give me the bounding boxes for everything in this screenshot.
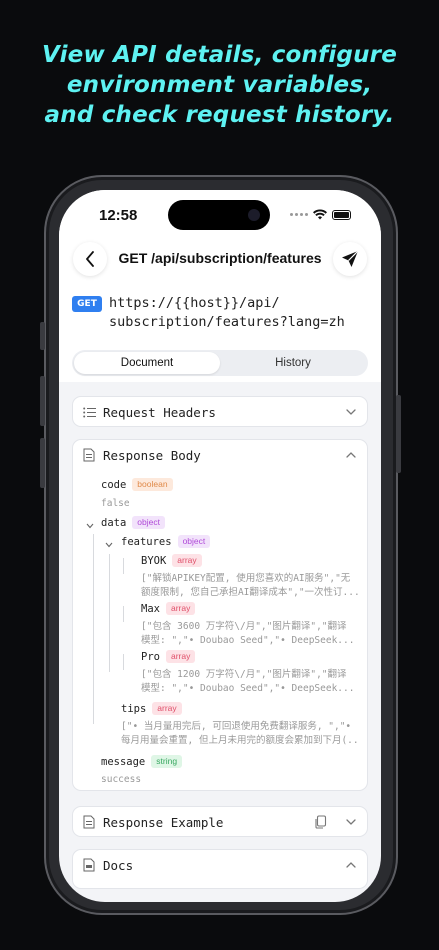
tree-guide-line (109, 554, 110, 672)
request-headers-section[interactable]: Request Headers (72, 396, 368, 427)
send-request-button[interactable] (333, 242, 367, 276)
status-icons (290, 209, 351, 220)
request-header: GET /api/subscription/features GET https… (59, 242, 381, 382)
type-tag: array (165, 602, 196, 615)
field-byok: BYOK array (141, 554, 202, 567)
field-key: Pro (141, 650, 160, 663)
promo-line-3: and check request history. (44, 102, 395, 128)
dynamic-island (168, 200, 270, 230)
chevron-down-icon[interactable] (345, 406, 357, 418)
document-icon (83, 448, 97, 462)
tree-guide-line (123, 558, 124, 574)
chevron-down-icon[interactable] (345, 816, 357, 828)
chevron-up-icon[interactable] (345, 449, 357, 461)
docs-icon (83, 858, 97, 872)
field-key: data (101, 516, 127, 529)
battery-icon (332, 209, 351, 220)
field-code: code boolean (101, 478, 173, 491)
type-tag: array (152, 702, 182, 715)
type-tag: array (172, 554, 202, 567)
volume-down-button (40, 438, 45, 488)
field-max: Max array (141, 602, 196, 615)
type-tag: string (151, 755, 183, 768)
field-key: features (121, 535, 172, 548)
paper-plane-icon (342, 250, 359, 267)
field-key: message (101, 755, 146, 768)
back-button[interactable] (73, 242, 107, 276)
field-value: success (101, 774, 142, 785)
request-url[interactable]: https://{{host}}/api/ subscription/featu… (109, 294, 369, 332)
field-value-line: ["• 当月量用完后, 可回退使用免费翻译服务, ","• (121, 721, 352, 732)
tree-guide-line (123, 606, 124, 622)
promo-line-1: View API details, configure (41, 42, 397, 68)
chevron-up-icon[interactable] (345, 859, 357, 871)
promo-headline: View API details, configure environment … (0, 40, 439, 130)
url-line-2: subscription/features?lang=zh (109, 314, 345, 330)
field-key: code (101, 478, 127, 491)
page-title: GET /api/subscription/features (118, 250, 322, 266)
field-value-line: 额度限制, 您自己承担AI翻译成本","一次性订... (141, 587, 359, 598)
field-features[interactable]: features object (121, 535, 211, 548)
field-message: message string (101, 755, 183, 768)
view-tabs: Document History (72, 350, 368, 376)
field-value: false (101, 498, 130, 509)
camera-icon (248, 209, 260, 221)
promo-line-2: environment variables, (66, 72, 373, 98)
response-body-section: Response Body code boolean false data ob… (72, 439, 368, 791)
field-key: BYOK (141, 554, 167, 567)
type-tag: array (165, 650, 196, 663)
field-key: tips (121, 702, 147, 715)
request-headers-title: Request Headers (103, 404, 216, 420)
field-key: Max (141, 602, 160, 615)
chevron-down-icon[interactable] (104, 540, 114, 550)
tab-document[interactable]: Document (74, 352, 220, 374)
response-example-section[interactable]: Response Example (72, 806, 368, 837)
status-time: 12:58 (99, 207, 138, 224)
tab-history[interactable]: History (220, 352, 366, 374)
chevron-left-icon (86, 251, 94, 267)
url-line-1: https://{{host}}/api/ (109, 295, 280, 311)
type-tag: object (177, 535, 211, 548)
field-value-line: 模型: ","• Doubao Seed","• DeepSeek... (141, 635, 355, 646)
field-value-line: ["解锁APIKEY配置, 使用您喜欢的AI服务","无 (141, 573, 351, 584)
wifi-icon (313, 209, 327, 220)
volume-up-button (40, 376, 45, 426)
field-value-line: 每月用量会重置, 但上月未用完的额度会累加到下月(... (121, 735, 359, 746)
response-body-title: Response Body (103, 447, 201, 463)
field-value-line: ["包含 1200 万字符\/月","图片翻译","翻译 (141, 669, 347, 680)
chevron-down-icon[interactable] (85, 521, 95, 531)
status-bar: 12:58 (59, 190, 381, 242)
field-tips: tips array (121, 702, 182, 715)
field-value-line: 模型: ","• Doubao Seed","• DeepSeek... (141, 683, 355, 694)
response-example-title: Response Example (103, 814, 224, 830)
field-data[interactable]: data object (101, 516, 165, 529)
response-body-header[interactable]: Response Body (73, 440, 367, 470)
app-screen: 12:58 GET /api/subscription/features GET… (59, 190, 381, 902)
signal-icon (290, 213, 308, 216)
method-badge: GET (72, 296, 102, 312)
document-icon (83, 815, 97, 829)
power-button (396, 395, 401, 473)
list-icon (83, 405, 97, 419)
copy-icon[interactable] (314, 815, 327, 829)
docs-title: Docs (103, 857, 134, 873)
field-pro: Pro array (141, 650, 196, 663)
field-value-line: ["包含 3600 万字符\/月","图片翻译","翻译 (141, 621, 347, 632)
tree-guide-line (93, 534, 94, 724)
type-tag: boolean (132, 478, 173, 491)
tree-guide-line (123, 654, 124, 670)
mute-switch (40, 322, 45, 350)
docs-section[interactable]: Docs (72, 849, 368, 889)
type-tag: object (132, 516, 165, 529)
